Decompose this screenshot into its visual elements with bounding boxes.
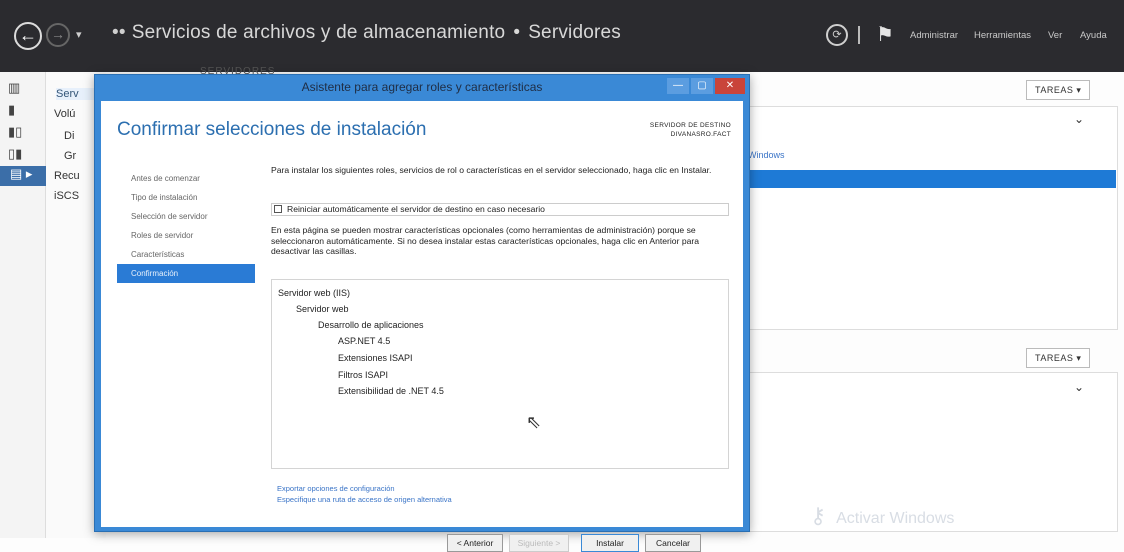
chevron-down-icon[interactable]: ⌄ xyxy=(1074,112,1084,126)
alternate-source-link[interactable]: Especifique una ruta de acceso de origen… xyxy=(277,494,452,505)
servers-list-panel xyxy=(748,106,1118,330)
intro-text: Para instalar los siguientes roles, serv… xyxy=(271,165,712,175)
page-title: Confirmar selecciones de instalación xyxy=(117,119,427,140)
destination-server-name: DIVANASRO.FACT xyxy=(670,131,731,138)
list-item: Servidor web xyxy=(296,304,349,314)
next-button[interactable]: Siguiente > xyxy=(509,534,569,552)
local-server-icon[interactable]: ▮ xyxy=(8,102,38,122)
notifications-flag-icon[interactable]: ⚑ xyxy=(876,22,894,47)
menu-ver[interactable]: Ver xyxy=(1048,30,1062,41)
export-config-link[interactable]: Exportar opciones de configuración xyxy=(277,483,452,494)
add-roles-wizard-dialog: Asistente para agregar roles y caracterí… xyxy=(94,74,750,552)
forward-arrow-icon[interactable]: → xyxy=(46,23,70,47)
windows-link[interactable]: Windows xyxy=(748,150,785,160)
list-item: ASP.NET 4.5 xyxy=(338,336,391,346)
destination-server-label: SERVIDOR DE DESTINO xyxy=(649,122,731,129)
tasks-dropdown-bottom[interactable]: TAREAS ▾ xyxy=(1026,348,1090,368)
previous-button[interactable]: < Anterior xyxy=(447,534,503,552)
menu-ayuda[interactable]: Ayuda xyxy=(1080,30,1107,41)
step-server-roles[interactable]: Roles de servidor xyxy=(123,226,273,245)
breadcrumb: •• Servicios de archivos y de almacenamie… xyxy=(112,22,621,44)
selections-list: Servidor web (IIS) Servidor web Desarrol… xyxy=(271,279,729,469)
list-item: Extensiones ISAPI xyxy=(338,353,413,363)
tasks-dropdown-top[interactable]: TAREAS ▾ xyxy=(1026,80,1090,100)
wizard-steps: Antes de comenzar Tipo de instalación Se… xyxy=(117,169,273,283)
breadcrumb-separator: • xyxy=(513,22,521,43)
role-icon[interactable]: ▯▮ xyxy=(8,146,38,166)
restart-checkbox[interactable] xyxy=(274,205,282,213)
left-rail: ▥ ▮ ▮▯ ▯▮ ▤ ▸ xyxy=(0,72,46,538)
step-features[interactable]: Características xyxy=(123,245,273,264)
cancel-button[interactable]: Cancelar xyxy=(645,534,701,552)
step-server-selection[interactable]: Selección de servidor xyxy=(123,207,273,226)
destination-server: SERVIDOR DE DESTINO DIVANASRO.FACT xyxy=(650,121,731,139)
close-button[interactable]: ✕ xyxy=(715,78,745,94)
dialog-body: Confirmar selecciones de instalación SER… xyxy=(101,101,743,552)
config-links: Exportar opciones de configuración Espec… xyxy=(277,483,452,505)
restart-option[interactable]: Reiniciar automáticamente el servidor de… xyxy=(271,203,729,216)
list-item: Desarrollo de aplicaciones xyxy=(318,320,424,330)
activate-windows-watermark: ⚷ Activar Windows xyxy=(810,503,954,529)
step-installation-type[interactable]: Tipo de instalación xyxy=(123,188,273,207)
restart-checkbox-label: Reiniciar automáticamente el servidor de… xyxy=(287,204,545,214)
activate-windows-text: Activar Windows xyxy=(836,510,955,527)
back-arrow-icon[interactable]: ← xyxy=(14,22,42,50)
mouse-cursor-icon: ⇖ xyxy=(526,412,542,432)
step-before-you-begin[interactable]: Antes de comenzar xyxy=(123,169,273,188)
dialog-title: Asistente para agregar roles y caracterí… xyxy=(301,80,543,94)
breadcrumb-files-storage[interactable]: Servicios de archivos y de almacenamient… xyxy=(132,22,506,43)
optional-features-text: En esta página se pueden mostrar caracte… xyxy=(271,225,700,256)
file-services-icon[interactable]: ▤ ▸ xyxy=(0,166,46,186)
list-item: Servidor web (IIS) xyxy=(278,288,351,298)
history-dropdown-icon[interactable]: ▾ xyxy=(76,28,82,41)
chevron-down-icon[interactable]: ⌄ xyxy=(1074,380,1084,394)
maximize-button[interactable]: ▢ xyxy=(691,78,713,94)
menu-herramientas[interactable]: Herramientas xyxy=(974,30,1031,41)
title-bar: ← → ▾ •• Servicios de archivos y de almac… xyxy=(0,0,1124,72)
list-item: Extensibilidad de .NET 4.5 xyxy=(338,386,444,396)
breadcrumb-servers[interactable]: Servidores xyxy=(528,22,621,43)
menu-administrar[interactable]: Administrar xyxy=(910,30,958,41)
breadcrumb-dots: •• xyxy=(112,22,126,43)
all-servers-icon[interactable]: ▮▯ xyxy=(8,124,38,144)
step-confirmation[interactable]: Confirmación xyxy=(117,264,255,283)
minimize-button[interactable]: — xyxy=(667,78,689,94)
refresh-icon[interactable]: ⟳ xyxy=(826,24,848,46)
list-item: Filtros ISAPI xyxy=(338,370,389,380)
key-icon: ⚷ xyxy=(810,503,827,528)
selected-server-row[interactable] xyxy=(748,170,1116,188)
dashboard-icon[interactable]: ▥ xyxy=(8,80,38,100)
toolbar-divider xyxy=(858,26,860,44)
install-button[interactable]: Instalar xyxy=(581,534,639,552)
